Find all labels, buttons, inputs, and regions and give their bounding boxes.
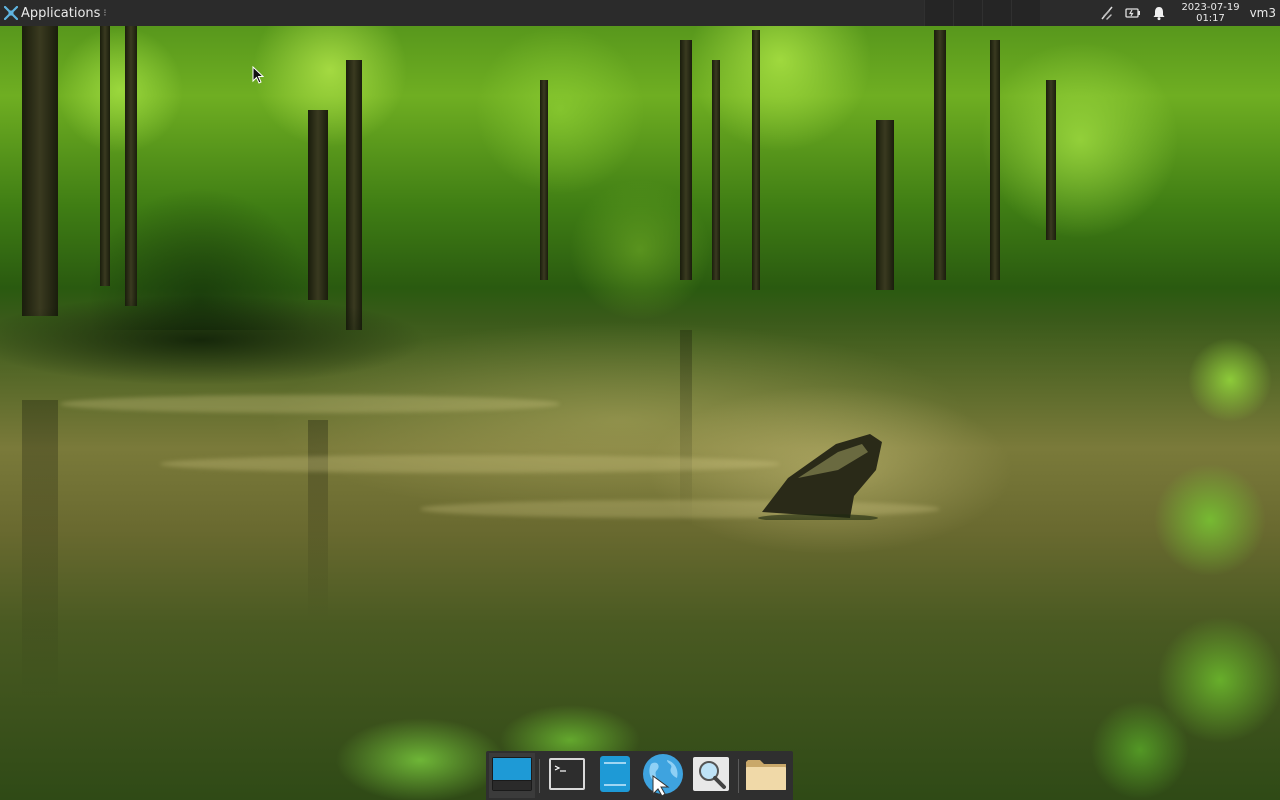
dock-separator (738, 758, 739, 793)
magnifier-icon (691, 755, 731, 797)
wallpaper-reflection (22, 400, 58, 700)
desktop-icon (491, 754, 533, 798)
terminal-icon (547, 756, 587, 796)
wallpaper-trunk (125, 26, 137, 306)
system-tray (1093, 0, 1173, 26)
wallpaper-trunk (1046, 80, 1056, 240)
wallpaper-foliage (1080, 320, 1280, 800)
wallpaper-trunk (712, 60, 720, 280)
applications-menu-button[interactable]: Applications ⁝ (0, 0, 111, 26)
workspace-switcher[interactable] (924, 0, 1040, 26)
globe-icon (641, 752, 685, 800)
file-manager-icon (598, 754, 632, 798)
battery-charging-icon[interactable] (1125, 5, 1141, 21)
workspace-button[interactable] (1011, 0, 1040, 26)
wallpaper-glare (160, 455, 780, 473)
handle-icon: ⁝ (103, 7, 107, 19)
workspace-button[interactable] (953, 0, 982, 26)
notification-bell-icon[interactable] (1151, 5, 1167, 21)
dock-file-manager-button[interactable] (592, 753, 638, 798)
wallpaper-trunk (680, 40, 692, 280)
top-panel: Applications ⁝ 2023-07-19 01:17 vm3 (0, 0, 1280, 26)
wallpaper-trunk (752, 30, 760, 290)
wallpaper-trunk (540, 80, 548, 280)
wallpaper-trunk (100, 26, 110, 286)
dock (486, 751, 793, 800)
wallpaper-trunk (876, 120, 894, 290)
dock-home-folder-button[interactable] (743, 753, 789, 798)
clock[interactable]: 2023-07-19 01:17 (1173, 2, 1247, 24)
wallpaper-reflection (308, 420, 328, 620)
workspace-button[interactable] (982, 0, 1011, 26)
network-disconnected-icon[interactable] (1099, 5, 1115, 21)
mouse-cursor-icon (252, 66, 264, 84)
wallpaper-glare (60, 395, 560, 413)
wallpaper-trunk (990, 40, 1000, 280)
dock-separator (539, 758, 540, 793)
applications-menu-label: Applications (21, 5, 101, 21)
desktop-wallpaper (0, 0, 1280, 800)
clock-date: 2023-07-19 (1181, 2, 1240, 13)
xfce-logo-icon (4, 6, 18, 20)
wallpaper-trunk (22, 26, 58, 316)
wallpaper-trunk (934, 30, 946, 280)
wallpaper-trunk (308, 110, 328, 300)
clock-time: 01:17 (1196, 13, 1225, 24)
wallpaper-stump (758, 434, 882, 520)
dock-show-desktop-button[interactable] (489, 753, 535, 798)
folder-icon (744, 756, 788, 796)
workspace-button[interactable] (924, 0, 953, 26)
wallpaper-shadow (0, 280, 560, 400)
dock-web-browser-button[interactable] (640, 753, 686, 798)
dock-terminal-button[interactable] (544, 753, 590, 798)
user-menu[interactable]: vm3 (1248, 6, 1280, 20)
dock-app-finder-button[interactable] (688, 753, 734, 798)
